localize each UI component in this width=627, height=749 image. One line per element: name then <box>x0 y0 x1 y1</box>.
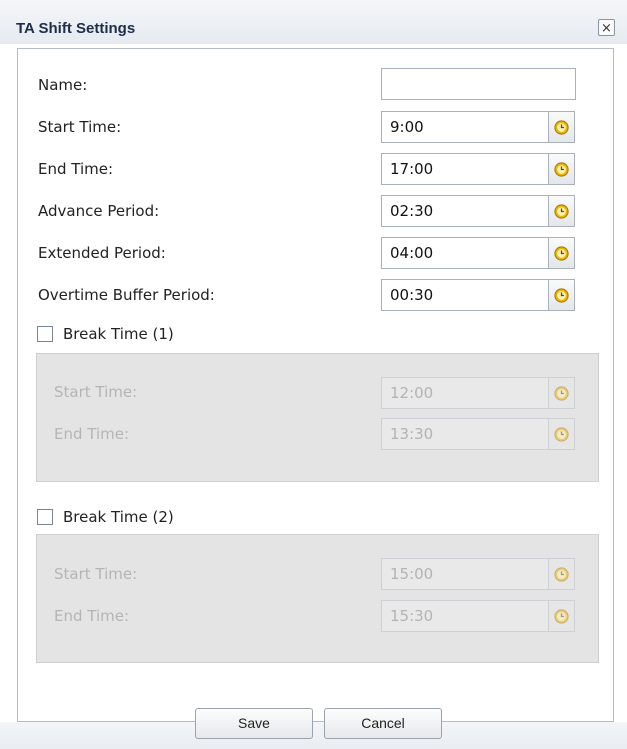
overtime-buffer-period-clock-button[interactable] <box>549 279 575 311</box>
cancel-button[interactable]: Cancel <box>324 708 442 739</box>
end-time-input[interactable]: 17:00 <box>381 153 549 185</box>
break-2-end-time-label: End Time: <box>54 607 130 625</box>
break-time-2-label: Break Time (2) <box>63 508 174 526</box>
dialog-footer <box>0 722 627 749</box>
clock-icon <box>554 386 569 401</box>
advance-period-label: Advance Period: <box>38 202 160 220</box>
break-1-end-time-input: 13:30 <box>381 418 549 450</box>
clock-icon <box>554 609 569 624</box>
start-time-clock-button[interactable] <box>549 111 575 143</box>
break-2-end-clock-button <box>549 600 575 632</box>
extended-period-input[interactable]: 04:00 <box>381 237 549 269</box>
save-button[interactable]: Save <box>195 708 313 739</box>
title-bar: TA Shift Settings × <box>0 0 627 44</box>
clock-icon <box>554 120 569 135</box>
clock-icon <box>554 246 569 261</box>
clock-icon <box>554 567 569 582</box>
advance-period-input[interactable]: 02:30 <box>381 195 549 227</box>
close-icon[interactable]: × <box>598 19 615 36</box>
start-time-label: Start Time: <box>38 118 122 136</box>
break-time-1-label: Break Time (1) <box>63 325 174 343</box>
overtime-buffer-period-label: Overtime Buffer Period: <box>38 286 215 304</box>
name-label: Name: <box>38 76 88 94</box>
clock-icon <box>554 204 569 219</box>
break-1-end-clock-button <box>549 418 575 450</box>
break-2-start-time-input: 15:00 <box>381 558 549 590</box>
advance-period-clock-button[interactable] <box>549 195 575 227</box>
clock-icon <box>554 427 569 442</box>
start-time-input[interactable]: 9:00 <box>381 111 549 143</box>
break-time-2-checkbox[interactable] <box>37 509 53 525</box>
clock-icon <box>554 288 569 303</box>
extended-period-clock-button[interactable] <box>549 237 575 269</box>
break-time-2-group <box>36 534 599 663</box>
name-input[interactable] <box>381 68 576 100</box>
break-2-start-clock-button <box>549 558 575 590</box>
end-time-clock-button[interactable] <box>549 153 575 185</box>
break-2-start-time-label: Start Time: <box>54 565 138 583</box>
clock-icon <box>554 162 569 177</box>
break-1-start-clock-button <box>549 377 575 409</box>
end-time-label: End Time: <box>38 160 114 178</box>
break-2-end-time-input: 15:30 <box>381 600 549 632</box>
break-time-1-checkbox[interactable] <box>37 326 53 342</box>
break-1-start-time-label: Start Time: <box>54 383 138 401</box>
break-1-start-time-input: 12:00 <box>381 377 549 409</box>
break-1-end-time-label: End Time: <box>54 425 130 443</box>
window-title: TA Shift Settings <box>16 20 136 37</box>
overtime-buffer-period-input[interactable]: 00:30 <box>381 279 549 311</box>
extended-period-label: Extended Period: <box>38 244 166 262</box>
